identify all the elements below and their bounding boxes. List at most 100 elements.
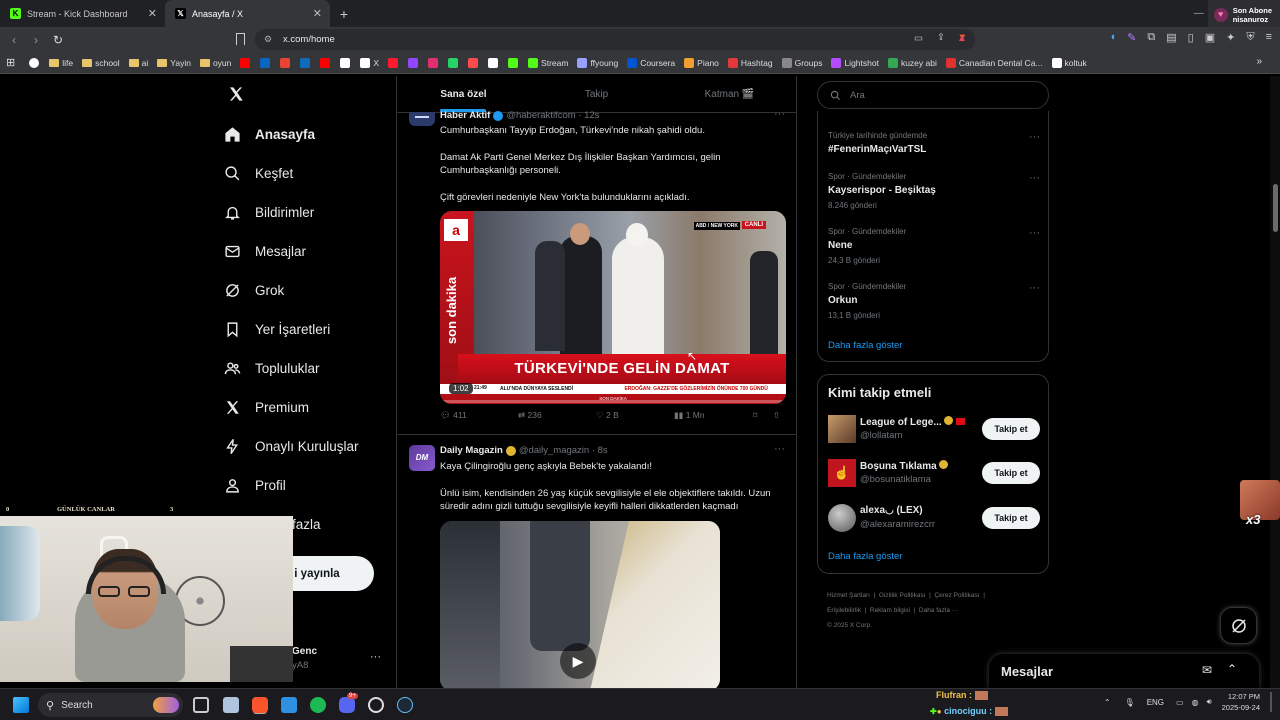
bookmark-item[interactable]: Hashtag — [727, 57, 773, 68]
taskbar-search[interactable]: ⚲ Search — [38, 693, 183, 717]
reload-icon[interactable]: ↻ — [47, 33, 69, 47]
taskbar-clock[interactable]: 12:07 PM 2025-09-24 — [1222, 691, 1260, 713]
bookmark-item[interactable]: ffyoung — [577, 57, 618, 68]
page-scrollbar[interactable] — [1270, 76, 1280, 688]
minimize-icon[interactable]: — — [1194, 8, 1204, 19]
nav-premium[interactable]: Premium — [222, 388, 397, 427]
close-icon[interactable]: ✕ — [148, 7, 157, 20]
show-desktop-icon[interactable] — [1270, 692, 1272, 712]
bookmark-item[interactable]: Canadian Dental Ca... — [945, 57, 1043, 68]
show-more-follow-link[interactable]: Daha fazla göster — [828, 551, 902, 562]
new-tab-button[interactable]: + — [330, 0, 358, 27]
more-options-icon[interactable]: ··· — [1029, 282, 1040, 294]
author-name[interactable]: Haber Aktif — [440, 110, 490, 121]
bookmark-item[interactable]: life — [49, 58, 73, 68]
vpn-icon[interactable]: ⛨ — [1246, 31, 1254, 44]
bookmark-item[interactable] — [240, 57, 253, 68]
audio-extension-icon[interactable]: ◖ — [1110, 31, 1117, 44]
follow-button[interactable]: Takip et — [982, 418, 1040, 440]
tab-x-home[interactable]: 𝕏 Anasayfa / X ✕ — [165, 0, 330, 27]
tweet[interactable]: Haber Aktif @haberaktifcom · 12s ··· Cum… — [397, 108, 796, 435]
nav-notifications[interactable]: Bildirimler — [222, 193, 397, 232]
footer-link[interactable]: Hizmet Şartları — [827, 592, 870, 599]
bookmark-item[interactable]: kuzey abi — [887, 57, 937, 68]
bookmark-item[interactable]: Piano — [684, 57, 719, 68]
follow-suggestion[interactable]: alexa◡ (LEX) @alexaramirezcrr Takip et — [828, 504, 1040, 534]
more-options-icon[interactable]: ··· — [1029, 131, 1040, 143]
nav-grok[interactable]: Grok — [222, 271, 397, 310]
puzzle-icon[interactable]: ⧉ — [1147, 31, 1155, 44]
repost-button[interactable]: ⇄ 236 — [518, 410, 542, 421]
nav-profile[interactable]: Profil — [222, 466, 397, 505]
bookmark-item[interactable]: Yayin — [157, 58, 191, 68]
trend-item[interactable]: Türkiye tarihinde gündemde #FenerinMaçıV… — [828, 131, 1040, 155]
brave-browser-icon[interactable] — [252, 697, 268, 713]
share-icon[interactable]: ⇪ — [937, 32, 945, 43]
bookmark-item[interactable]: X — [360, 57, 379, 68]
tweet-video[interactable]: ▶ — [440, 521, 720, 688]
more-options-icon[interactable]: ··· — [1029, 172, 1040, 184]
language-indicator[interactable]: ENG — [1147, 698, 1164, 707]
tab-for-you[interactable]: Sana özel — [397, 76, 530, 112]
trend-item[interactable]: Spor · Gündemdekiler Nene 24,3 B gönderi… — [828, 227, 1040, 265]
new-message-icon[interactable]: ✉ — [1202, 663, 1212, 677]
forward-arrow-icon[interactable]: › — [25, 33, 47, 47]
display-icon[interactable]: ▭ — [1176, 698, 1184, 707]
wallet-icon[interactable]: ▣ — [1205, 31, 1215, 44]
brave-rewards-icon[interactable]: ▲ — [957, 33, 967, 44]
windows-start-icon[interactable] — [13, 697, 29, 713]
task-view-icon[interactable] — [193, 697, 209, 713]
network-icon[interactable]: ◍ — [1192, 698, 1199, 707]
more-options-icon[interactable]: ··· — [1029, 227, 1040, 239]
site-info-icon[interactable]: ⚙ — [264, 34, 272, 45]
bookmark-item[interactable]: ai — [128, 58, 148, 68]
author-handle[interactable]: @daily_magazin · 8s — [519, 445, 608, 456]
bookmark-item[interactable]: Groups — [781, 57, 822, 68]
footer-link[interactable]: Gizlilik Politikası — [879, 592, 926, 599]
footer-link[interactable]: Reklam bilgisi — [870, 607, 910, 614]
obs-icon[interactable] — [368, 697, 384, 713]
reply-button[interactable]: 💬︎ 411 — [440, 410, 467, 421]
more-options-icon[interactable]: ··· — [774, 108, 785, 120]
trend-item[interactable]: Spor · Gündemdekiler Kayserispor - Beşik… — [828, 172, 1040, 210]
more-options-icon[interactable]: ··· — [774, 443, 785, 455]
footer-link[interactable]: Daha fazla ··· — [919, 607, 958, 614]
bookmark-item[interactable] — [320, 57, 333, 68]
scrollbar-thumb[interactable] — [1273, 184, 1278, 232]
volume-icon[interactable]: 🔊︎ — [1207, 697, 1212, 707]
follow-button[interactable]: Takip et — [982, 462, 1040, 484]
nav-communities[interactable]: Topluluklar — [222, 349, 397, 388]
expand-icon[interactable]: ⌃ — [1227, 662, 1237, 676]
play-icon[interactable]: ▶ — [560, 643, 596, 679]
footer-link[interactable]: Çerez Politikası — [934, 592, 979, 599]
bookmark-item[interactable] — [280, 57, 293, 68]
tray-overflow-icon[interactable]: ⌃ — [1104, 698, 1111, 707]
account-name[interactable]: Genc — [292, 646, 317, 657]
author-handle[interactable]: @haberaktifcom · 12s — [506, 110, 599, 121]
back-arrow-icon[interactable]: ‹ — [3, 33, 25, 47]
bookmark-item[interactable] — [300, 57, 313, 68]
bookmark-item[interactable] — [408, 57, 421, 68]
nav-bookmarks[interactable]: Yer İşaretleri — [222, 310, 397, 349]
bookmark-item[interactable]: koltuk — [1051, 57, 1087, 68]
nav-home[interactable]: Anasayfa — [222, 115, 397, 154]
nav-messages[interactable]: Mesajlar — [222, 232, 397, 271]
footer-link[interactable]: Erişilebilirlik — [827, 607, 861, 614]
video-progress-bar[interactable] — [440, 400, 786, 403]
bookmark-item[interactable] — [508, 57, 521, 68]
bookmark-icon[interactable]: ⌑ — [753, 410, 757, 421]
avatar[interactable] — [828, 504, 856, 532]
spotify-icon[interactable] — [310, 697, 326, 713]
photos-app-icon[interactable] — [281, 697, 297, 713]
views-button[interactable]: ▮▮ 1 Mn — [674, 410, 705, 421]
bookmark-item[interactable] — [388, 57, 401, 68]
apps-grid-icon[interactable]: ⊞ — [6, 56, 15, 69]
like-button[interactable]: ♡ 2 B — [596, 410, 619, 421]
microphone-icon[interactable]: 🎙︎ — [1125, 698, 1135, 707]
google-icon[interactable] — [29, 57, 40, 68]
reading-list-icon[interactable]: ▤ — [1166, 31, 1176, 44]
bookmark-item[interactable]: oyun — [199, 58, 231, 68]
cast-icon[interactable]: ▭ — [914, 33, 923, 44]
file-app-icon[interactable] — [223, 697, 239, 713]
messages-drawer[interactable]: Mesajlar ✉ ⌃ — [989, 654, 1259, 688]
